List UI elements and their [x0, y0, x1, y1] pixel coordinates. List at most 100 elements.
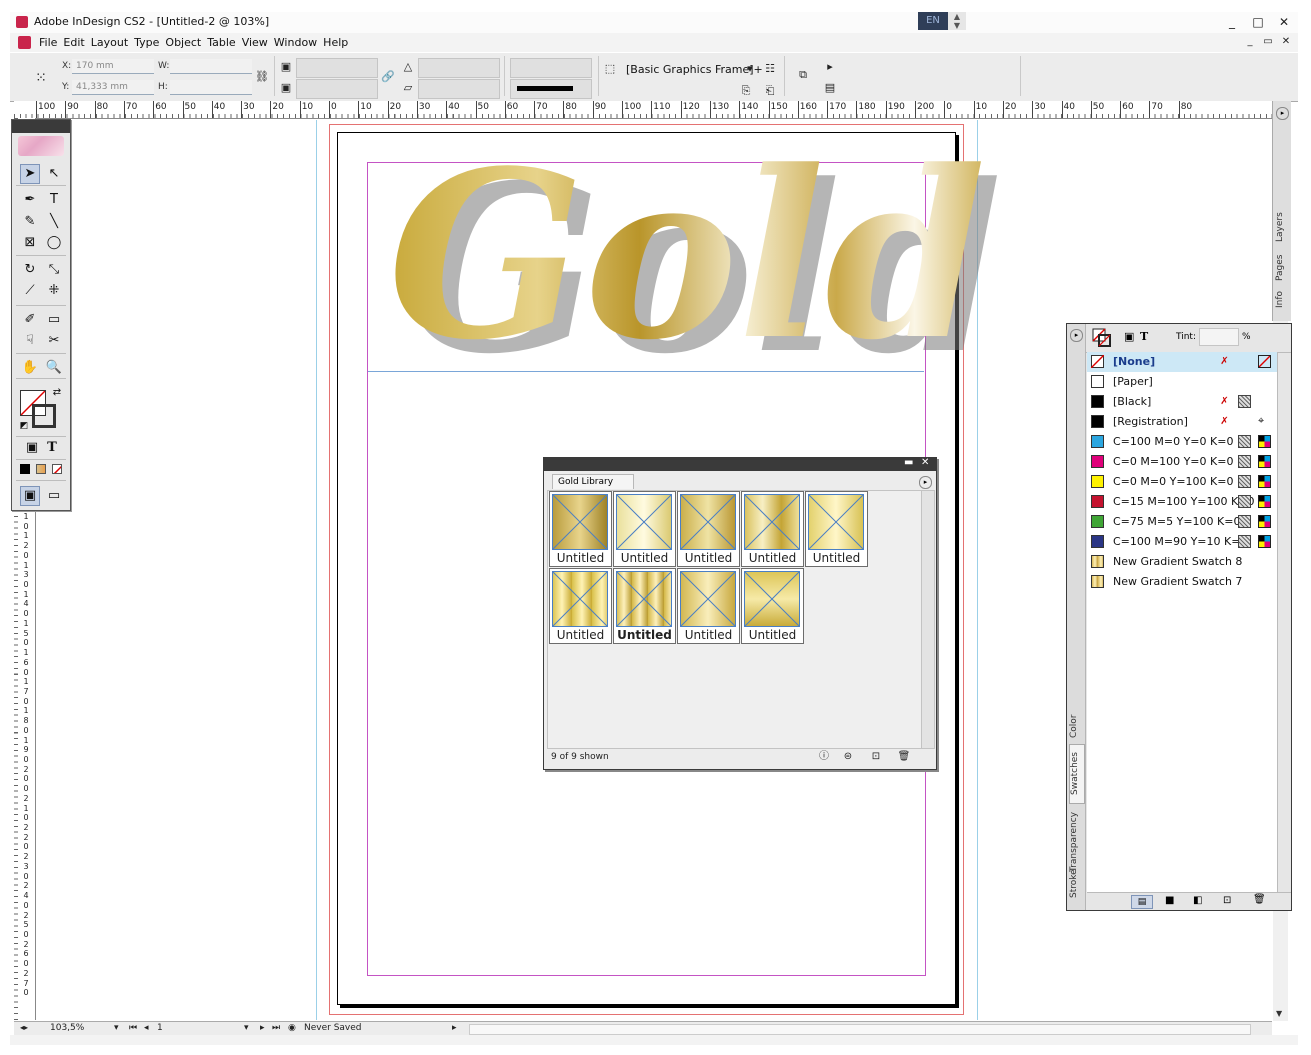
scissors-tool-icon[interactable]: ✂ [44, 331, 64, 351]
shear-icon[interactable]: ▱ [400, 80, 416, 96]
horizontal-ruler[interactable]: 100 90 80 70 60 50 40 30 20 10 0 10 20 30 40 50 60 70 80 90… [14, 101, 1272, 119]
x-field[interactable] [72, 59, 154, 74]
minimize-button[interactable]: _ [1222, 14, 1242, 30]
zoom-field[interactable]: 103,5% [50, 1023, 84, 1033]
dock-tab-layers[interactable]: Layers [1275, 205, 1289, 249]
formatting-container-icon[interactable]: ▣ [22, 438, 42, 458]
free-transform-tool-icon[interactable]: ⁜ [44, 281, 64, 301]
apply-gradient-icon[interactable] [36, 464, 46, 474]
menu-edit[interactable]: Edit [60, 33, 87, 52]
swatch-row[interactable]: [None] ✗ [1087, 352, 1277, 372]
fill-stroke-proxy-icon[interactable] [1092, 328, 1111, 347]
preview-mode-icon[interactable]: ▭ [44, 486, 64, 506]
library-close-button[interactable]: ✕ [921, 457, 929, 468]
control-panel-menu-icon[interactable]: ▸ [822, 59, 838, 75]
line-tool-icon[interactable]: ╲ [44, 212, 64, 232]
gold-headline-frame[interactable]: Gold Gold [378, 121, 1002, 405]
library-item[interactable]: Untitled [741, 568, 804, 644]
reference-point-icon[interactable]: ⁙ [30, 67, 52, 89]
selection-tool-icon[interactable]: ➤ [20, 164, 40, 184]
rotate-tool-icon[interactable]: ↻ [20, 260, 40, 280]
library-item[interactable]: Untitled [549, 491, 612, 567]
shear-field[interactable] [418, 79, 500, 99]
page-dropdown-icon[interactable]: ▾ [244, 1023, 249, 1033]
library-scrollbar[interactable] [921, 490, 935, 749]
swatch-row[interactable]: New Gradient Swatch 7 [1087, 572, 1277, 592]
apply-none-icon[interactable] [52, 464, 62, 474]
eyedropper-tool-icon[interactable]: ✐ [20, 310, 40, 330]
library-panel-menu-icon[interactable]: ▸ [919, 476, 932, 489]
apply-style-icon[interactable]: ⎗ [762, 83, 778, 99]
scale-y-icon[interactable]: ▣ [278, 80, 294, 96]
y-field[interactable] [72, 80, 154, 95]
show-color-swatches-icon[interactable]: ■ [1165, 895, 1174, 906]
w-field[interactable] [170, 59, 252, 74]
menu-type[interactable]: Type [131, 33, 162, 52]
swap-fill-stroke-icon[interactable]: ⇄ [50, 386, 64, 400]
previous-page-icon[interactable]: ◂ [144, 1023, 149, 1033]
formatting-text-icon[interactable]: T [42, 438, 62, 458]
new-library-item-icon[interactable]: ⊡ [869, 750, 883, 764]
stroke-swatch[interactable] [32, 404, 56, 428]
type-tool-icon[interactable]: T [44, 190, 64, 210]
library-item[interactable]: Untitled [805, 491, 868, 567]
dropdown-arrow-icon[interactable]: ▾ [742, 61, 758, 77]
maximize-button[interactable]: □ [1248, 14, 1268, 30]
pen-tool-icon[interactable]: ✒ [20, 190, 40, 210]
swatch-row[interactable]: C=75 M=5 Y=100 K=0 [1087, 512, 1277, 532]
library-item[interactable]: Untitled [613, 491, 676, 567]
item-information-icon[interactable]: ⓘ [817, 750, 831, 764]
menu-view[interactable]: View [239, 33, 271, 52]
horizontal-scrollbar[interactable] [469, 1024, 1251, 1035]
close-button[interactable]: ✕ [1274, 14, 1294, 30]
doc-minimize-button[interactable]: _ [1240, 34, 1260, 50]
last-page-icon[interactable]: ⏭ [272, 1023, 280, 1033]
delete-library-item-icon[interactable]: 🗑 [897, 750, 911, 764]
new-swatch-icon[interactable]: ⊡ [1223, 895, 1231, 906]
scale-x-icon[interactable]: ▣ [278, 59, 294, 75]
adobe-butterfly-icon[interactable] [18, 136, 64, 156]
library-minimize-button[interactable]: ▬ [904, 457, 913, 468]
language-switch-icon[interactable]: ▲ ▼ [948, 12, 966, 30]
swatch-row[interactable]: C=100 M=90 Y=10 K=0 [1087, 532, 1277, 552]
language-indicator[interactable]: EN [918, 12, 948, 30]
tools-panel-header[interactable] [12, 120, 70, 133]
library-item[interactable]: Untitled [677, 491, 740, 567]
swatch-row[interactable]: C=15 M=100 Y=100 K=0 [1087, 492, 1277, 512]
panel-tab-color[interactable]: Color [1069, 706, 1083, 746]
normal-view-mode-icon[interactable]: ▣ [20, 486, 40, 506]
swatch-row[interactable]: C=100 M=0 Y=0 K=0 [1087, 432, 1277, 452]
doc-restore-button[interactable]: ▭ [1258, 34, 1278, 50]
scale-x-field[interactable] [296, 58, 378, 78]
library-item[interactable]: Untitled [741, 491, 804, 567]
h-field[interactable] [170, 80, 252, 95]
dock-expand-icon[interactable]: ▸ [1276, 107, 1289, 120]
swatch-row[interactable]: New Gradient Swatch 8 [1087, 552, 1277, 572]
tint-field[interactable] [1199, 328, 1239, 346]
dock-tab-info[interactable]: Info [1275, 289, 1289, 309]
status-menu-icon[interactable]: ▸ [452, 1023, 457, 1033]
menu-layout[interactable]: Layout [88, 33, 131, 52]
library-item[interactable]: Untitled [677, 568, 740, 644]
document-icon[interactable] [18, 36, 31, 49]
swatch-row[interactable]: C=0 M=0 Y=100 K=0 [1087, 472, 1277, 492]
swatch-row[interactable]: [Paper] [1087, 372, 1277, 392]
clear-overrides-icon[interactable]: ⎘ [738, 83, 754, 99]
library-item[interactable]: Untitled [549, 568, 612, 644]
next-page-icon[interactable]: ▸ [260, 1023, 265, 1033]
menu-window[interactable]: Window [271, 33, 320, 52]
show-all-swatches-icon[interactable]: ▤ [1131, 895, 1153, 909]
swatch-row[interactable]: C=0 M=100 Y=0 K=0 [1087, 452, 1277, 472]
default-fill-stroke-icon[interactable]: ◩ [18, 420, 30, 432]
swatch-row[interactable]: [Registration] ✗ ⌖ [1087, 412, 1277, 432]
page-field[interactable]: 1 [157, 1023, 163, 1033]
show-gradient-swatches-icon[interactable]: ◧ [1193, 895, 1202, 906]
swatches-panel-menu-icon[interactable]: ▸ [1070, 329, 1083, 342]
panel-tab-swatches[interactable]: Swatches [1069, 744, 1085, 804]
gradient-tool-icon[interactable]: ▭ [44, 310, 64, 330]
library-tab[interactable]: Gold Library [552, 474, 634, 489]
library-panel-titlebar[interactable]: ▬ ✕ [544, 457, 936, 471]
frame-fitting-icon[interactable]: ⬚ [602, 61, 618, 77]
shear-tool-icon[interactable]: ⟋ [20, 281, 40, 301]
constrain-scale-icon[interactable]: 🔗 [380, 69, 396, 85]
